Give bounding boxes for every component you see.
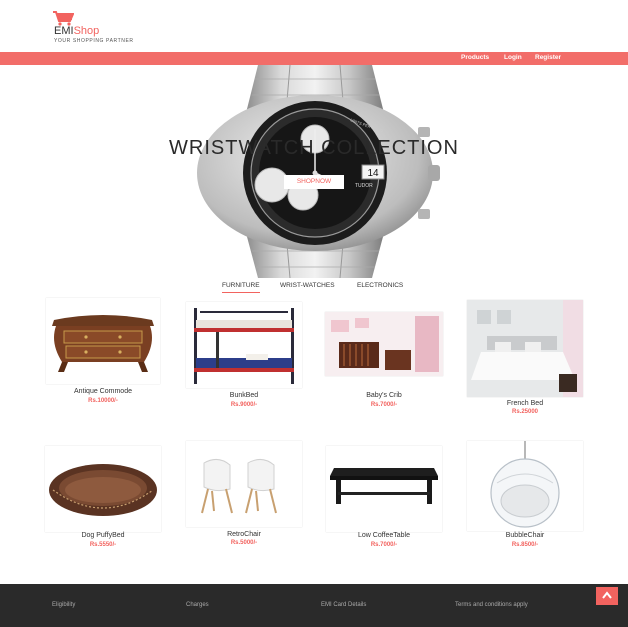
product-price: Rs.7000/- [370, 542, 398, 548]
hero-title: WRISTWATCH COLLECTION [169, 137, 459, 159]
product-image[interactable] [325, 312, 443, 376]
product-card[interactable]: Antique Commode Rs.10000/- [45, 298, 161, 408]
main-navbar: Products Login Register [0, 52, 628, 65]
product-name[interactable]: RetroChair [186, 531, 302, 538]
site-footer: Eligibility Charges EMI Card Details Ter… [0, 584, 628, 627]
footer-link-charges[interactable]: Charges [186, 602, 209, 608]
product-card[interactable]: BubbleChair Rs.8500/- [467, 441, 583, 556]
product-name[interactable]: Low CoffeeTable [326, 532, 442, 539]
tab-wrist-watches[interactable]: WRIST-WATCHES [280, 282, 335, 289]
product-image[interactable] [186, 302, 302, 388]
brand-name: EMIShop [54, 25, 99, 38]
nav-register[interactable]: Register [535, 54, 561, 61]
nav-login[interactable]: Login [504, 54, 522, 61]
brand-emi: EMI [54, 25, 74, 37]
product-name[interactable]: Antique Commode [45, 388, 161, 395]
antique-commode-image [52, 315, 154, 372]
low-coffee-table-image [330, 468, 438, 504]
product-image[interactable] [326, 446, 442, 532]
product-image[interactable] [45, 446, 161, 532]
brand-tagline: YOUR SHOPPING PARTNER [54, 38, 134, 44]
product-name[interactable]: BubbleChair [467, 532, 583, 539]
product-card[interactable]: Low CoffeeTable Rs.7000/- [326, 446, 442, 556]
product-card[interactable]: RetroChair Rs.5000/- [186, 441, 302, 551]
babys-crib-image [325, 312, 443, 376]
product-image[interactable] [46, 298, 160, 384]
product-card[interactable]: BunkBed Rs.9000/- [186, 302, 302, 412]
product-image[interactable] [467, 300, 583, 397]
product-name[interactable]: Dog PuffyBed [45, 532, 161, 539]
product-card[interactable]: Dog PuffyBed Rs.5550/- [45, 446, 161, 556]
brand-shop: Shop [73, 25, 100, 37]
shopping-cart-icon [53, 11, 74, 26]
dog-puffy-bed-image [49, 464, 157, 516]
wristwatch-image: 14 TUDOR UNITS PER HOUR [197, 65, 440, 278]
product-price: Rs.8500/- [511, 542, 539, 548]
dial-brand-text: TUDOR [355, 183, 373, 189]
tab-furniture[interactable]: FURNITURE [222, 282, 260, 293]
footer-link-emi-card[interactable]: EMI Card Details [321, 602, 366, 608]
product-image[interactable] [467, 441, 583, 531]
product-price: Rs.7000/- [370, 402, 398, 408]
footer-link-eligibility[interactable]: Eligibility [52, 602, 75, 608]
product-price: Rs.10000/- [88, 398, 118, 404]
chevron-up-icon [602, 591, 612, 599]
site-logo[interactable]: EMIShop YOUR SHOPPING PARTNER [52, 10, 162, 46]
shop-now-button[interactable]: SHOPNOW [284, 175, 344, 189]
footer-link-terms[interactable]: Terms and conditions apply [455, 602, 528, 608]
product-price: Rs.5550/- [89, 542, 117, 548]
nav-products[interactable]: Products [461, 54, 489, 61]
category-tabs: FURNITURE WRIST-WATCHES ELECTRONICS [0, 281, 628, 295]
product-price: Rs.25000 [511, 409, 539, 415]
product-name[interactable]: Baby's Crib [325, 392, 443, 399]
tab-electronics[interactable]: ELECTRONICS [357, 282, 403, 289]
hero-banner: 14 TUDOR UNITS PER HOUR WRISTWATCH COLLE… [0, 65, 628, 278]
dial-date-text: 14 [367, 168, 379, 179]
bubble-chair-image [490, 441, 560, 528]
site-header: EMIShop YOUR SHOPPING PARTNER [0, 0, 628, 52]
product-price: Rs.5000/- [230, 540, 258, 546]
product-price: Rs.9000/- [230, 402, 258, 408]
product-card[interactable]: French Bed Rs.25000 [467, 300, 583, 420]
french-bed-image [467, 300, 583, 397]
bunkbed-image [194, 308, 294, 384]
product-name[interactable]: BunkBed [186, 392, 302, 399]
product-name[interactable]: French Bed [467, 400, 583, 407]
product-image[interactable] [186, 441, 302, 527]
product-card[interactable]: Baby's Crib Rs.7000/- [325, 302, 443, 412]
retro-chair-image [201, 459, 277, 514]
back-to-top-button[interactable] [596, 587, 618, 605]
